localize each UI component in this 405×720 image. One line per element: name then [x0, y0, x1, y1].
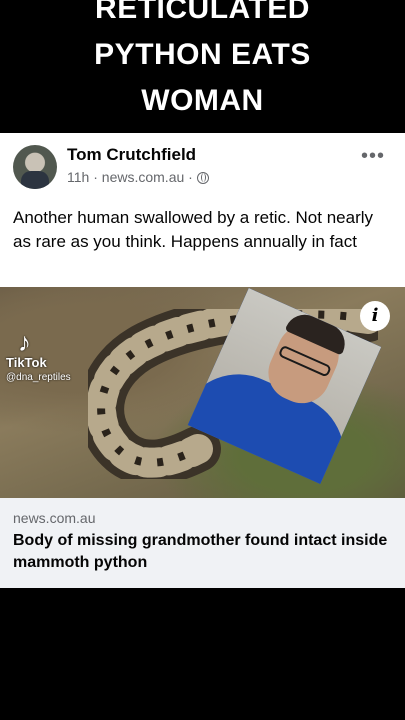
post-meta: 11h · news.com.au ·	[67, 169, 209, 185]
info-icon[interactable]: i	[360, 301, 390, 331]
post-author[interactable]: Tom Crutchfield	[67, 145, 196, 165]
headline-line-2: PYTHON EATS	[94, 38, 311, 71]
tiktok-logo-icon: ♪	[18, 327, 31, 357]
post-body-text: Another human swallowed by a retic. Not …	[13, 208, 374, 251]
tiktok-watermark: ♪ TikTok @dna_reptiles	[6, 329, 71, 383]
more-options-icon[interactable]: •••	[361, 145, 385, 168]
link-title[interactable]: Body of missing grandmother found intact…	[13, 530, 393, 574]
video-headline: RETICULATED PYTHON EATS WOMAN	[0, 0, 405, 124]
post-source: news.com.au	[101, 169, 185, 185]
post-time[interactable]: 11h	[67, 169, 89, 185]
headline-line-3: WOMAN	[141, 84, 264, 117]
tiktok-brand: TikTok	[6, 355, 47, 370]
link-domain: news.com.au	[13, 510, 96, 526]
headline-line-1: RETICULATED	[95, 0, 310, 25]
avatar-figure	[21, 171, 49, 189]
link-preview[interactable]: news.com.au Body of missing grandmother …	[0, 498, 405, 588]
meta-separator: ·	[93, 169, 98, 185]
meta-separator-2: ·	[188, 169, 193, 185]
avatar[interactable]	[13, 145, 57, 189]
tiktok-handle: @dna_reptiles	[6, 372, 71, 383]
globe-icon	[196, 172, 209, 184]
